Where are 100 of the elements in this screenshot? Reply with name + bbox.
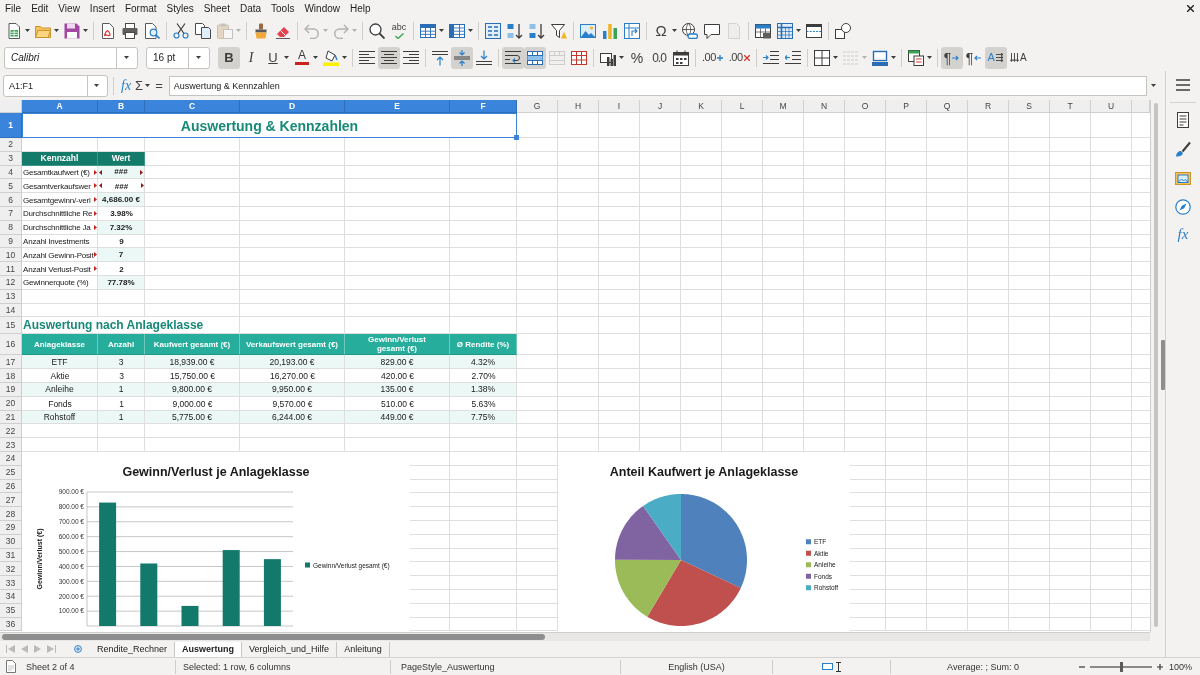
add-decimal-button[interactable]: .00: [699, 46, 726, 69]
row-header[interactable]: 10: [0, 248, 22, 263]
column-header[interactable]: N: [804, 100, 845, 113]
menu-item[interactable]: Tools: [266, 1, 300, 16]
caret-icon[interactable]: [145, 84, 151, 87]
row-header[interactable]: 16: [0, 334, 22, 356]
row-header[interactable]: 27: [0, 493, 22, 508]
functions-button[interactable]: fx: [1174, 224, 1192, 244]
delete-decimal-button[interactable]: .00: [725, 46, 753, 69]
slider-thumb[interactable]: [1119, 661, 1123, 672]
column-header[interactable]: J: [640, 100, 681, 113]
underline-button[interactable]: U: [262, 46, 284, 69]
font-name-field[interactable]: Calibri: [4, 46, 138, 69]
column-header[interactable]: P: [886, 100, 927, 113]
column-header[interactable]: I: [599, 100, 640, 113]
caret-icon[interactable]: [890, 56, 896, 59]
vertical-text-button[interactable]: A: [1006, 46, 1030, 69]
scrollbar-thumb[interactable]: [2, 634, 545, 640]
menu-item[interactable]: View: [53, 1, 85, 16]
row-header[interactable]: 32: [0, 562, 22, 577]
column-header[interactable]: U: [1091, 100, 1132, 113]
menu-item[interactable]: Help: [345, 1, 376, 16]
column-header[interactable]: H: [558, 100, 599, 113]
column-header[interactable]: D: [240, 100, 345, 113]
number-format-button[interactable]: 0.0: [648, 46, 670, 69]
row-header[interactable]: 6: [0, 193, 22, 207]
sheet-tab[interactable]: Vergleich_und_Hilfe: [242, 641, 338, 657]
menu-item[interactable]: Data: [234, 1, 267, 16]
spelling-button[interactable]: abc: [388, 19, 410, 42]
caret-icon[interactable]: [342, 56, 347, 59]
row-header[interactable]: 11: [0, 262, 22, 276]
column-header[interactable]: A: [22, 100, 98, 113]
special-character-button[interactable]: Ω: [650, 19, 672, 42]
caret-icon[interactable]: [313, 56, 318, 59]
row-header[interactable]: 28: [0, 507, 22, 521]
function-wizard-button[interactable]: fx: [119, 75, 134, 96]
name-box-field[interactable]: A1:F1: [3, 74, 108, 97]
menu-item[interactable]: Window: [299, 1, 345, 16]
column-header[interactable]: G: [517, 100, 558, 113]
zoom-out-icon[interactable]: [1079, 663, 1085, 670]
close-icon[interactable]: [1187, 5, 1194, 12]
percent-format-button[interactable]: %: [626, 46, 648, 69]
caret-icon[interactable]: [926, 56, 932, 59]
font-size-field[interactable]: 16 pt: [146, 46, 210, 69]
caret-icon[interactable]: [83, 29, 88, 32]
fill-handle[interactable]: [514, 135, 519, 140]
merge-center-button[interactable]: [524, 46, 546, 69]
caret-icon[interactable]: [672, 29, 677, 32]
column-header[interactable]: Q: [927, 100, 968, 113]
menu-item[interactable]: Edit: [26, 1, 54, 16]
caret-icon[interactable]: [832, 56, 838, 59]
zoom-in-icon[interactable]: [1157, 663, 1163, 670]
plus-circle-icon[interactable]: [74, 645, 82, 653]
column-header[interactable]: C: [145, 100, 240, 113]
column-header[interactable]: M: [763, 100, 804, 113]
sum-button[interactable]: Σ: [133, 75, 146, 96]
menu-item[interactable]: Insert: [84, 1, 120, 16]
scrollbar-thumb[interactable]: [1154, 103, 1158, 627]
row-header[interactable]: 17: [0, 355, 22, 370]
left-to-right-button[interactable]: ¶: [940, 46, 963, 69]
formula-button[interactable]: =: [153, 75, 165, 96]
formula-input-field[interactable]: Auswertung & Kennzahlen: [168, 75, 1147, 96]
column-header[interactable]: O: [845, 100, 886, 113]
menu-item[interactable]: Sheet: [198, 1, 235, 16]
selection-mode-icon[interactable]: [822, 663, 833, 670]
column-header[interactable]: L: [722, 100, 763, 113]
column-header[interactable]: S: [1009, 100, 1050, 113]
row-header[interactable]: 33: [0, 576, 22, 590]
row-header[interactable]: 15: [0, 317, 22, 335]
row-header[interactable]: 1: [0, 113, 22, 138]
wrap-text-button[interactable]: [502, 46, 524, 69]
right-to-left-button[interactable]: ¶: [962, 46, 985, 69]
row-header[interactable]: 23: [0, 438, 22, 452]
caret-icon[interactable]: [619, 56, 624, 59]
row-header[interactable]: 5: [0, 179, 22, 194]
caret-icon[interactable]: [54, 29, 59, 32]
menu-item[interactable]: Format: [119, 1, 162, 16]
column-header[interactable]: E: [345, 100, 450, 113]
caret-icon[interactable]: [25, 29, 30, 32]
caret-icon[interactable]: [439, 29, 444, 32]
row-header[interactable]: 18: [0, 369, 22, 383]
column-header[interactable]: K: [681, 100, 722, 113]
bold-button[interactable]: B: [218, 46, 240, 69]
sheet-tab[interactable]: Auswertung: [175, 641, 243, 657]
column-header[interactable]: B: [98, 100, 145, 113]
font-color-button[interactable]: A: [291, 46, 313, 69]
column-header[interactable]: F: [450, 100, 517, 113]
caret-icon[interactable]: [468, 29, 473, 32]
caret-icon[interactable]: [796, 29, 801, 32]
sidebar-handle[interactable]: [1161, 340, 1165, 390]
caret-icon[interactable]: [284, 56, 289, 59]
align-center-button[interactable]: [378, 46, 400, 69]
horizontal-scrollbar[interactable]: [0, 632, 1150, 641]
menu-item[interactable]: File: [0, 1, 27, 16]
italic-button[interactable]: I: [240, 46, 262, 69]
column-header[interactable]: T: [1050, 100, 1091, 113]
column-header[interactable]: R: [968, 100, 1009, 113]
row-header[interactable]: 2: [0, 138, 22, 152]
menu-item[interactable]: Styles: [161, 1, 199, 16]
row-header[interactable]: 22: [0, 424, 22, 439]
